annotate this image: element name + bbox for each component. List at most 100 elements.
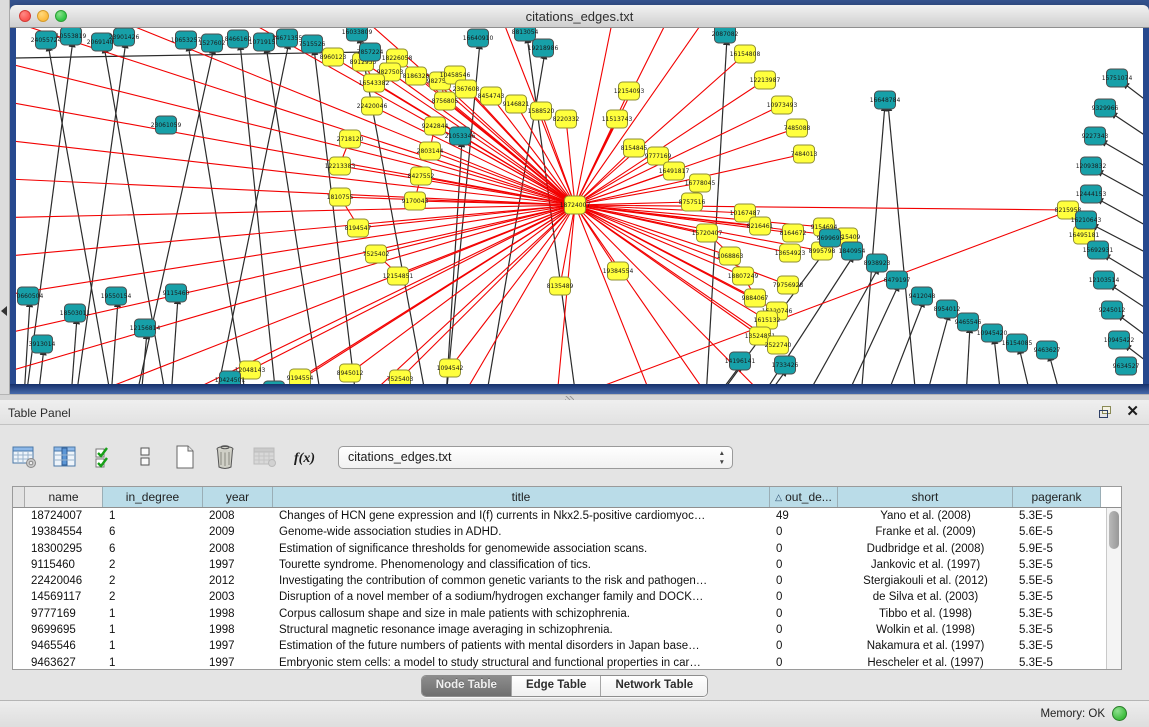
graph-node[interactable]: 7485088 — [784, 119, 811, 137]
graph-node[interactable]: 7515526 — [299, 35, 326, 53]
graph-node[interactable]: 2087082 — [712, 28, 739, 43]
graph-node[interactable]: 1733426 — [772, 356, 799, 374]
graph-node[interactable]: 10553819 — [56, 28, 87, 45]
table-selector-dropdown[interactable]: citations_edges.txt ▲▼ — [338, 446, 733, 469]
graph-edge[interactable] — [1019, 347, 1031, 384]
table-row[interactable]: 1830029562008Estimation of significance … — [13, 541, 1121, 557]
cell-year[interactable]: 1997 — [203, 655, 273, 670]
cell-year[interactable]: 1997 — [203, 557, 273, 573]
cell-short[interactable]: Wolkin et al. (1998) — [838, 622, 1013, 638]
graph-edge[interactable] — [300, 205, 575, 378]
cell-title[interactable]: Disruption of a novel member of a sodium… — [273, 589, 770, 605]
cell-year[interactable]: 2008 — [203, 541, 273, 557]
graph-node[interactable]: 15720407 — [692, 224, 723, 242]
graph-node[interactable]: 15692931 — [1083, 241, 1114, 259]
graph-node[interactable]: 2522740 — [765, 336, 792, 354]
cell-year[interactable]: 1998 — [203, 606, 273, 622]
cell-year[interactable]: 2009 — [203, 524, 273, 540]
cell-year[interactable]: 2003 — [203, 589, 273, 605]
table-row[interactable]: 1872400712008Changes of HCN gene express… — [13, 508, 1121, 524]
cell-in_degree[interactable]: 6 — [103, 541, 203, 557]
cell-pagerank[interactable]: 5.3E-5 — [1013, 606, 1101, 622]
graph-edge[interactable] — [806, 267, 879, 384]
cell-title[interactable]: Corpus callosum shape and size in male p… — [273, 606, 770, 622]
graph-edge[interactable] — [141, 332, 147, 384]
graph-edge[interactable] — [861, 104, 885, 384]
graph-edge[interactable] — [314, 48, 356, 384]
graph-edge[interactable] — [846, 284, 899, 384]
table-row[interactable]: 1938455462009Genome-wide association stu… — [13, 524, 1121, 540]
cell-name[interactable]: 9699695 — [25, 622, 103, 638]
column-header-year[interactable]: year — [203, 487, 273, 507]
graph-node[interactable]: 9465546 — [955, 313, 982, 331]
cell-pagerank[interactable]: 5.9E-5 — [1013, 541, 1101, 557]
cell-in_degree[interactable]: 2 — [103, 573, 203, 589]
graph-node[interactable]: 8466160 — [225, 30, 252, 48]
cell-title[interactable]: Tourette syndrome. Phenomenology and cla… — [273, 557, 770, 573]
cell-pagerank[interactable]: 5.3E-5 — [1013, 655, 1101, 670]
graph-node[interactable]: 1810755 — [327, 188, 354, 206]
cell-out_degree[interactable]: 0 — [770, 655, 838, 670]
table-row[interactable]: 977716911998Corpus callosum shape and si… — [13, 606, 1121, 622]
tab-node-table[interactable]: Node Table — [422, 676, 512, 696]
cell-pagerank[interactable]: 5.5E-5 — [1013, 573, 1101, 589]
graph-edge[interactable] — [111, 300, 118, 384]
graph-node[interactable]: 10653257 — [171, 31, 202, 49]
graph-node[interactable]: 8216461 — [747, 217, 774, 235]
control-panel-edge[interactable] — [0, 0, 10, 394]
cell-name[interactable]: 18724007 — [25, 508, 103, 524]
graph-edge[interactable] — [256, 205, 575, 384]
graph-node[interactable]: 9115460 — [163, 284, 190, 302]
cell-name[interactable]: 9115460 — [25, 557, 103, 573]
graph-node[interactable]: 8220332 — [553, 110, 580, 128]
cell-pagerank[interactable]: 5.3E-5 — [1013, 557, 1101, 573]
graph-node[interactable]: 16648784 — [870, 91, 901, 109]
graph-node[interactable]: 9170043 — [402, 192, 429, 210]
graph-node[interactable]: 7525402 — [363, 245, 390, 263]
cell-year[interactable]: 1998 — [203, 622, 273, 638]
graph-node[interactable]: 16640910 — [463, 29, 494, 47]
graph-node[interactable]: 16210643 — [1071, 211, 1102, 229]
cell-short[interactable]: Tibbo et al. (1998) — [838, 606, 1013, 622]
graph-node[interactable]: 23901426 — [109, 28, 140, 46]
column-header-short[interactable]: short — [838, 487, 1013, 507]
graph-node[interactable]: 12103514 — [1089, 271, 1120, 289]
graph-node[interactable]: 18807249 — [728, 267, 759, 285]
graph-edge[interactable] — [966, 326, 970, 384]
graph-node[interactable]: 8154845 — [621, 139, 648, 157]
graph-node[interactable]: 19550154 — [101, 287, 132, 305]
cell-short[interactable]: Franke et al. (2009) — [838, 524, 1013, 540]
graph-edge[interactable] — [926, 313, 949, 384]
row-options-icon[interactable] — [130, 442, 160, 472]
column-header-in_degree[interactable]: in_degree — [103, 487, 203, 507]
cell-short[interactable]: Yano et al. (2008) — [838, 508, 1013, 524]
memory-ok-indicator-icon[interactable] — [1112, 706, 1127, 721]
graph-node[interactable]: 9245012 — [1099, 301, 1126, 319]
cell-title[interactable]: Estimation of significance thresholds fo… — [273, 541, 770, 557]
create-table-icon[interactable] — [170, 442, 200, 472]
table-row[interactable]: 946554611997Estimation of the future num… — [13, 638, 1121, 654]
tab-edge-table[interactable]: Edge Table — [512, 676, 602, 696]
cell-out_degree[interactable]: 0 — [770, 541, 838, 557]
graph-node[interactable]: 12444153 — [1076, 185, 1107, 203]
graph-node[interactable]: 8945012 — [337, 364, 364, 382]
graph-node[interactable]: 6479197 — [884, 271, 911, 289]
float-panel-icon[interactable] — [1099, 406, 1113, 419]
graph-node[interactable]: 9329966 — [1092, 99, 1119, 117]
graph-node[interactable]: 12213987 — [750, 71, 781, 89]
graph-node[interactable]: 1840954 — [839, 242, 866, 260]
cell-short[interactable]: de Silva et al. (2003) — [838, 589, 1013, 605]
cell-in_degree[interactable]: 2 — [103, 589, 203, 605]
graph-node[interactable]: 9884067 — [742, 289, 769, 307]
graph-node[interactable]: 8454743 — [478, 87, 505, 105]
graph-node[interactable]: 9146821 — [503, 95, 530, 113]
graph-edge[interactable] — [575, 205, 618, 271]
graph-edge[interactable] — [76, 41, 126, 384]
cell-out_degree[interactable]: 0 — [770, 606, 838, 622]
show-column-icon[interactable] — [50, 442, 80, 472]
node-table[interactable]: namein_degreeyeartitle△out_de...shortpag… — [12, 486, 1122, 670]
cell-pagerank[interactable]: 5.6E-5 — [1013, 524, 1101, 540]
cell-year[interactable]: 2012 — [203, 573, 273, 589]
graph-edge[interactable] — [575, 205, 1068, 210]
import-table-icon[interactable] — [250, 442, 280, 472]
